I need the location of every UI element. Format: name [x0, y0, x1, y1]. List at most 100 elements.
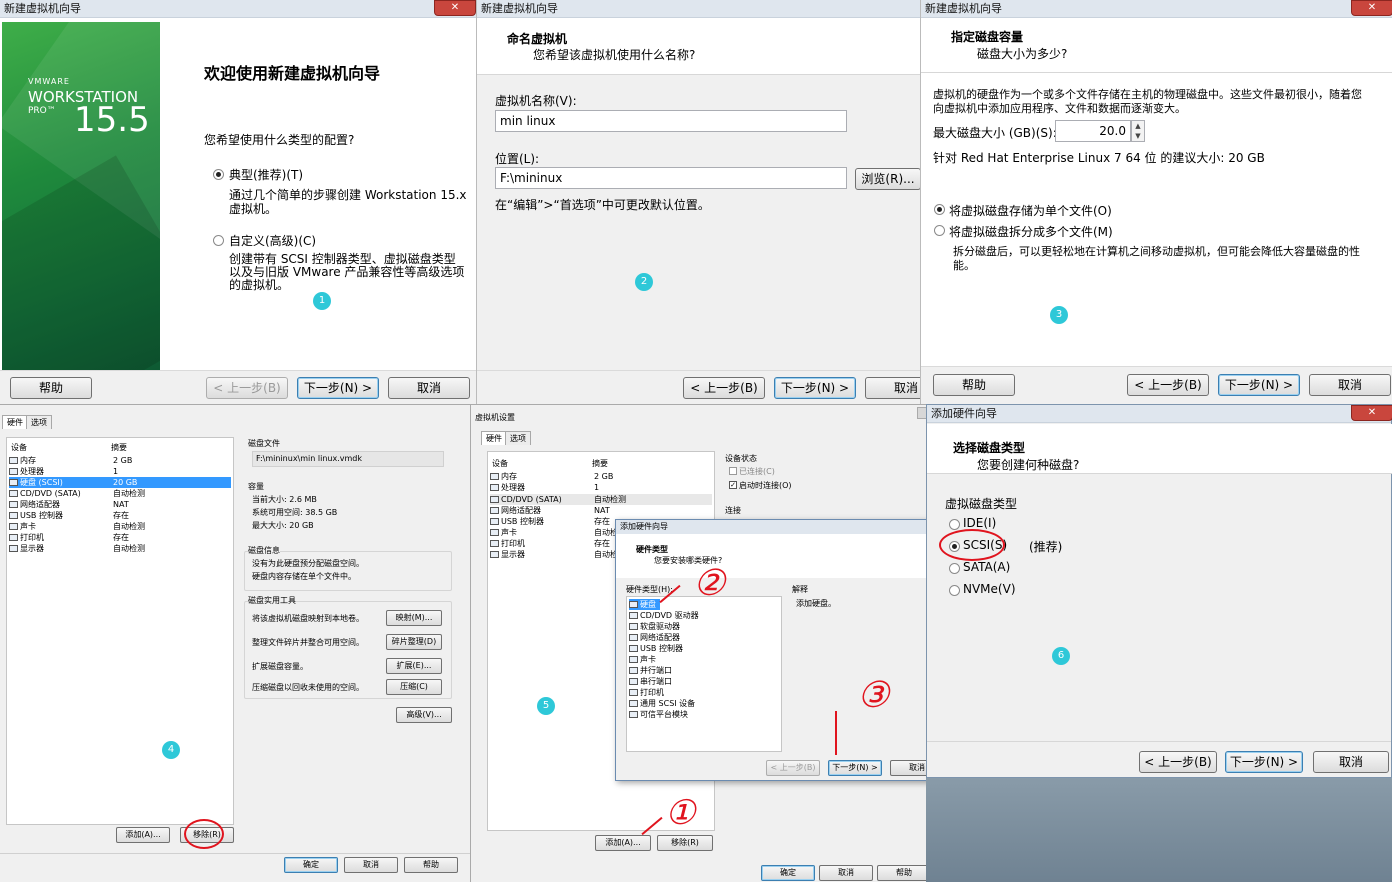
hw-item-usb[interactable]: USB 控制器 — [629, 643, 779, 654]
hw-item-cdrom[interactable]: CD/DVD 驱动器 — [629, 610, 779, 621]
page-title: 命名虚拟机 — [507, 32, 568, 46]
tab-options[interactable]: 选项 — [26, 415, 52, 429]
tab-options[interactable]: 选项 — [505, 431, 531, 445]
radio-split-files[interactable] — [934, 225, 945, 236]
window-title: 添加硬件向导 — [927, 405, 1391, 423]
radio-single-file[interactable] — [934, 204, 945, 215]
add-button[interactable]: 添加(A)... — [116, 827, 170, 843]
next-button[interactable]: 下一步(N) > — [1218, 374, 1300, 396]
radio-sata[interactable] — [949, 563, 960, 574]
back-button[interactable]: < 上一步(B) — [1127, 374, 1209, 396]
ide-label[interactable]: IDE(I) — [963, 516, 996, 530]
connected-checkbox[interactable] — [729, 467, 737, 475]
back-button[interactable]: < 上一步(B) — [1139, 751, 1217, 773]
serial-port-icon — [629, 678, 638, 685]
vm-name-input[interactable]: min linux — [495, 110, 847, 132]
device-row-network[interactable]: 网络适配器 NAT — [9, 499, 231, 510]
device-row-memory[interactable]: 内存 2 GB — [9, 455, 231, 466]
hw-item-scsi[interactable]: 通用 SCSI 设备 — [629, 698, 779, 709]
radio-typical[interactable] — [213, 169, 224, 180]
hw-item-floppy[interactable]: 软盘驱动器 — [629, 621, 779, 632]
step-badge: 2 — [635, 273, 653, 291]
annotation-step-2: ② — [693, 563, 726, 604]
help-button[interactable]: 帮助 — [10, 377, 92, 399]
device-row-processor[interactable]: 处理器 1 — [9, 466, 231, 477]
summary-column-header: 摘要 — [111, 443, 127, 452]
cancel-button[interactable]: 取消 — [1313, 751, 1389, 773]
cancel-button[interactable]: 取消 — [865, 377, 920, 399]
typical-desc-2: 虚拟机。 — [229, 202, 278, 216]
tool-defrag-desc: 整理文件碎片并整合可用空间。 — [252, 638, 364, 647]
hw-item-network[interactable]: 网络适配器 — [629, 632, 779, 643]
typical-label[interactable]: 典型(推荐)(T) — [229, 166, 303, 183]
back-button[interactable]: < 上一步(B) — [766, 760, 820, 776]
radio-ide[interactable] — [949, 519, 960, 530]
device-row-printer[interactable]: 打印机 存在 — [9, 532, 231, 543]
close-button[interactable]: ✕ — [1351, 405, 1392, 421]
cancel-button[interactable]: 取消 — [1309, 374, 1391, 396]
device-row-hard-disk[interactable]: 硬盘 (SCSI) 20 GB — [9, 477, 231, 488]
hw-item-serial[interactable]: 串行端口 — [629, 676, 779, 687]
split-files-label[interactable]: 将虚拟磁盘拆分成多个文件(M) — [949, 223, 1113, 240]
device-row-memory[interactable]: 内存 2 GB — [490, 471, 712, 482]
disk-type-group-label: 虚拟磁盘类型 — [945, 497, 1018, 511]
remove-button[interactable]: 移除(R) — [657, 835, 713, 851]
disk-type-dialog: 添加硬件向导 ✕ 选择磁盘类型 您要创建何种磁盘? 虚拟磁盘类型 IDE(I) … — [926, 404, 1392, 778]
close-button[interactable]: ✕ — [434, 0, 476, 16]
close-button[interactable]: ✕ — [1351, 0, 1392, 16]
hardware-type-list: 硬盘 CD/DVD 驱动器 软盘驱动器 网络适配器 USB 控制器 声卡 并行端… — [626, 596, 782, 752]
cancel-button[interactable]: 取消 — [819, 865, 873, 881]
memory-icon — [490, 473, 499, 480]
hw-item-printer[interactable]: 打印机 — [629, 687, 779, 698]
single-file-label[interactable]: 将虚拟磁盘存储为单个文件(O) — [949, 202, 1112, 219]
ok-button[interactable]: 确定 — [284, 857, 338, 873]
cancel-button[interactable]: 取消 — [344, 857, 398, 873]
hw-item-sound[interactable]: 声卡 — [629, 654, 779, 665]
page-title: 选择磁盘类型 — [953, 441, 1026, 455]
radio-nvme[interactable] — [949, 585, 960, 596]
logo-vmware: VMWARE — [28, 77, 70, 86]
disk-size-input[interactable]: 20.0 — [1055, 120, 1131, 142]
device-row-cdrom[interactable]: CD/DVD (SATA) 自动检测 — [9, 488, 231, 499]
sata-label[interactable]: SATA(A) — [963, 560, 1010, 574]
help-button[interactable]: 帮助 — [877, 865, 931, 881]
browse-button[interactable]: 浏览(R)... — [855, 168, 920, 190]
hw-item-hard-disk[interactable]: 硬盘 — [629, 599, 660, 610]
hw-item-tpm[interactable]: 可信平台模块 — [629, 709, 779, 720]
device-row-display[interactable]: 显示器 自动检测 — [9, 543, 231, 554]
compact-button[interactable]: 压缩(C) — [386, 679, 442, 695]
custom-label[interactable]: 自定义(高级)(C) — [229, 232, 316, 249]
device-list: 设备 摘要 内存 2 GB 处理器 1 硬盘 (SCSI) 20 GB CD/DVD … — [6, 437, 234, 825]
logo-version: 15.5 — [74, 100, 150, 140]
current-size: 当前大小: 2.6 MB — [252, 495, 317, 504]
help-button[interactable]: 帮助 — [404, 857, 458, 873]
hw-item-parallel[interactable]: 并行端口 — [629, 665, 779, 676]
cancel-button[interactable]: 取消 — [388, 377, 470, 399]
device-row-cdrom[interactable]: CD/DVD (SATA) 自动检测 — [490, 494, 712, 505]
help-button[interactable]: 帮助 — [933, 374, 1015, 396]
next-button[interactable]: 下一步(N) > — [828, 760, 882, 776]
next-button[interactable]: 下一步(N) > — [297, 377, 379, 399]
next-button[interactable]: 下一步(N) > — [774, 377, 856, 399]
connect-on-start-checkbox[interactable]: ✓ — [729, 481, 737, 489]
disk-file-value: F:\mininux\min linux.vmdk — [252, 451, 444, 467]
expand-button[interactable]: 扩展(E)... — [386, 658, 442, 674]
size-spinner[interactable]: ▲ ▼ — [1131, 120, 1145, 142]
back-button[interactable]: < 上一步(B) — [206, 377, 288, 399]
device-row-network[interactable]: 网络适配器 NAT — [490, 505, 712, 516]
map-button[interactable]: 映射(M)... — [386, 610, 442, 626]
radio-custom[interactable] — [213, 235, 224, 246]
advanced-button[interactable]: 高级(V)... — [396, 707, 452, 723]
defrag-button[interactable]: 碎片整理(D) — [386, 634, 442, 650]
add-button[interactable]: 添加(A)... — [595, 835, 651, 851]
device-row-sound[interactable]: 声卡 自动检测 — [9, 521, 231, 532]
nvme-label[interactable]: NVMe(V) — [963, 582, 1016, 596]
tab-hardware[interactable]: 硬件 — [481, 431, 507, 445]
device-row-usb[interactable]: USB 控制器 存在 — [9, 510, 231, 521]
ok-button[interactable]: 确定 — [761, 865, 815, 881]
next-button[interactable]: 下一步(N) > — [1225, 751, 1303, 773]
location-input[interactable]: F:\mininux — [495, 167, 847, 189]
back-button[interactable]: < 上一步(B) — [683, 377, 765, 399]
device-row-processor[interactable]: 处理器 1 — [490, 482, 712, 493]
tab-hardware[interactable]: 硬件 — [2, 415, 28, 429]
